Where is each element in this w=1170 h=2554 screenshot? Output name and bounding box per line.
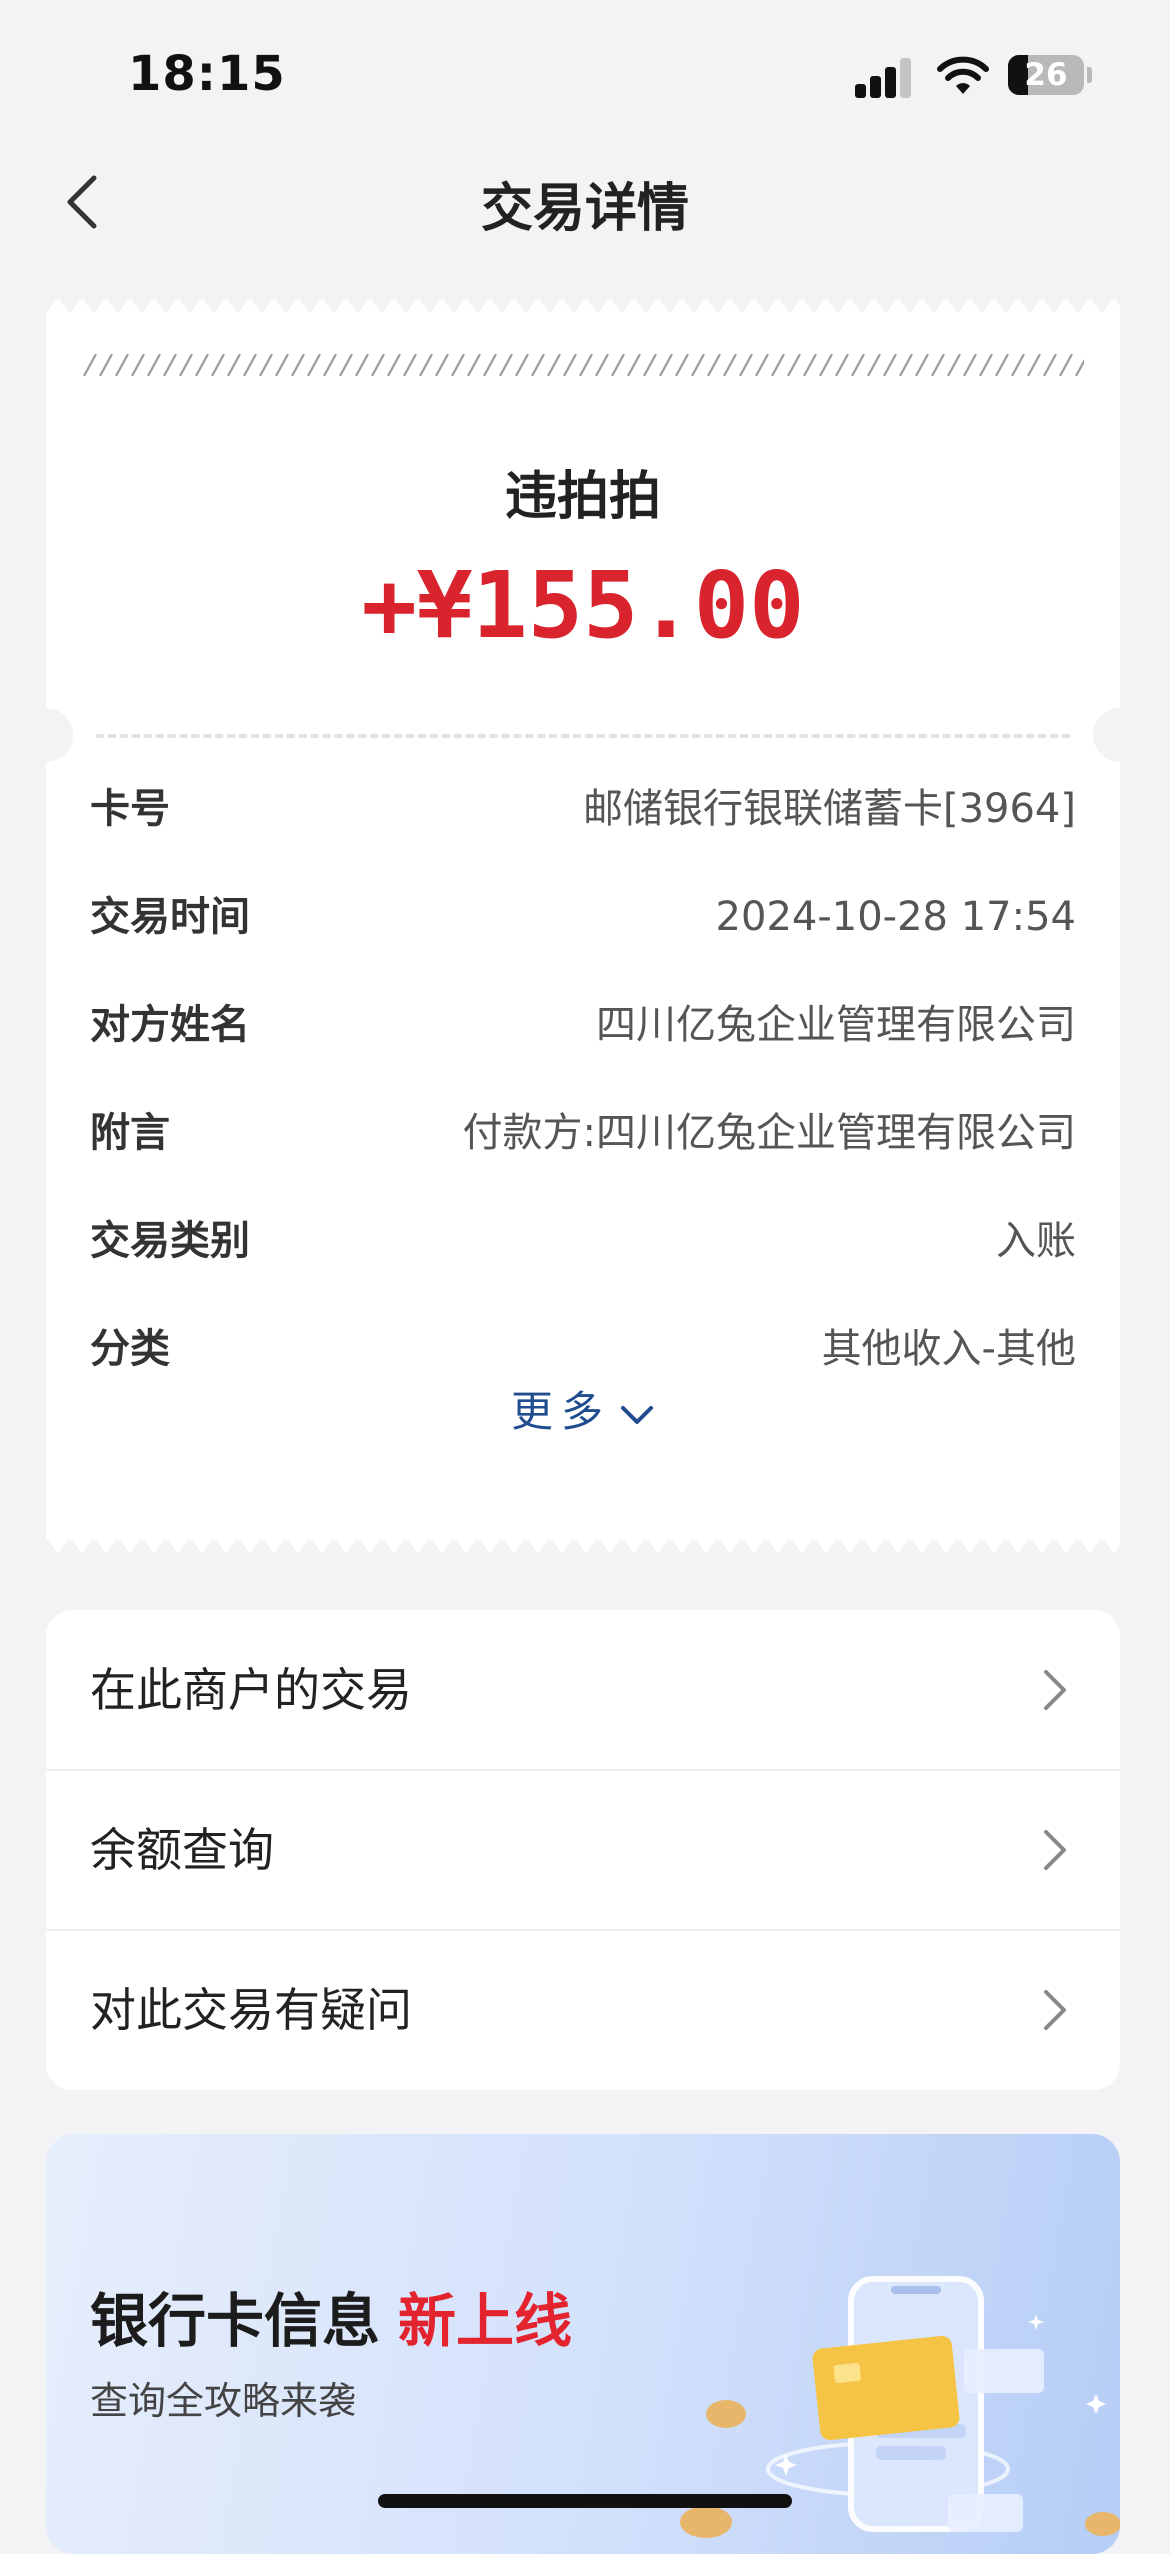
detail-value: 付款方:四川亿兔企业管理有限公司 (462, 1110, 1076, 1156)
detail-row-type: 交易类别 入账 (90, 1206, 1076, 1276)
status-bar: 18:15 26 (0, 0, 1170, 150)
wifi-icon (937, 56, 989, 94)
phone-card-illustration (680, 2276, 1120, 2538)
chevron-down-icon (621, 1405, 653, 1424)
chevron-right-icon (1044, 1830, 1066, 1870)
detail-label: 交易类别 (90, 1218, 250, 1264)
detail-row-card-number: 卡号 邮储银行银联储蓄卡[3964] (90, 774, 1076, 844)
receipt-hatch-decoration (82, 354, 1084, 376)
receipt-notch-right (1093, 708, 1147, 762)
detail-row-time: 交易时间 2024-10-28 17:54 (90, 882, 1076, 952)
transaction-amount: +¥155.00 (361, 552, 805, 659)
banner-highlight: 新上线 (398, 2287, 573, 2355)
chevron-right-icon (1044, 1670, 1066, 1710)
banner-subtitle: 查询全攻略来袭 (90, 2379, 357, 2423)
detail-value: 2024-10-28 17:54 (715, 894, 1076, 940)
detail-row-category: 分类 其他收入-其他 (90, 1314, 1076, 1384)
battery-icon: 26 (1008, 55, 1084, 95)
merchant-name: 违拍拍 (504, 467, 661, 527)
receipt-notch-left (19, 708, 73, 762)
transaction-receipt-card: 违拍拍 +¥155.00 卡号 邮储银行银联储蓄卡[3964] 交易时间 202… (19, 296, 1147, 1556)
chevron-right-icon (1044, 1990, 1066, 2030)
detail-row-counterparty: 对方姓名 四川亿兔企业管理有限公司 (90, 990, 1076, 1060)
detail-label: 交易时间 (90, 894, 250, 940)
detail-label: 附言 (90, 1110, 170, 1156)
home-indicator[interactable] (378, 2494, 792, 2508)
detail-label: 分类 (90, 1326, 170, 1372)
battery-level: 26 (1024, 57, 1068, 93)
more-label: 更多 (510, 1387, 611, 1436)
detail-value: 入账 (996, 1218, 1076, 1264)
more-details-button[interactable]: 更多 (46, 1378, 1120, 1439)
detail-label: 卡号 (90, 786, 170, 832)
detail-value: 四川亿兔企业管理有限公司 (596, 1002, 1076, 1048)
menu-item-balance-inquiry[interactable]: 余额查询 (46, 1770, 1120, 1930)
menu-item-merchant-transactions[interactable]: 在此商户的交易 (46, 1610, 1120, 1770)
detail-label: 对方姓名 (90, 1002, 250, 1048)
transaction-actions-menu: 在此商户的交易 余额查询 对此交易有疑问 (46, 1610, 1120, 2090)
menu-item-dispute-transaction[interactable]: 对此交易有疑问 (46, 1930, 1120, 2090)
page-title: 交易详情 (480, 179, 689, 239)
detail-value: 邮储银行银联储蓄卡[3964] (582, 786, 1076, 832)
status-time: 18:15 (128, 46, 286, 102)
detail-value: 其他收入-其他 (821, 1326, 1076, 1372)
receipt-divider (96, 734, 1070, 738)
menu-item-label: 对此交易有疑问 (90, 1983, 412, 2037)
promo-banner[interactable]: 银行卡信息 新上线 查询全攻略来袭 (46, 2134, 1120, 2554)
receipt-zigzag-bottom (46, 1538, 1120, 1556)
menu-item-label: 余额查询 (90, 1823, 274, 1877)
banner-title: 银行卡信息 新上线 (90, 2287, 573, 2355)
cellular-signal-icon (855, 56, 915, 98)
menu-item-label: 在此商户的交易 (90, 1663, 412, 1717)
detail-row-memo: 附言 付款方:四川亿兔企业管理有限公司 (90, 1098, 1076, 1168)
